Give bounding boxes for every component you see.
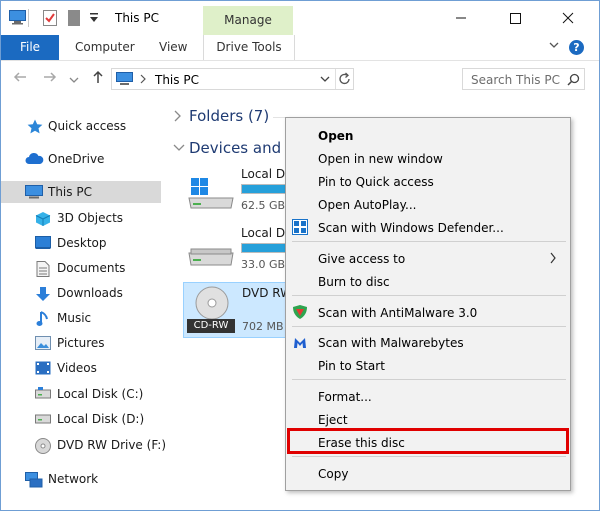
video-icon	[35, 361, 51, 375]
customize-toolbar-icon[interactable]	[89, 12, 99, 26]
menu-item-open[interactable]: Open	[286, 124, 570, 146]
menu-separator	[292, 241, 566, 242]
tab-manage[interactable]: Manage	[203, 6, 293, 35]
up-icon[interactable]	[91, 70, 105, 87]
window-title: This PC	[115, 11, 159, 25]
file-explorer-window: This PC Manage File Computer View Drive …	[0, 0, 600, 511]
menu-item-give-access[interactable]: Give access to	[286, 247, 570, 269]
close-icon[interactable]	[553, 7, 583, 29]
sidebar-item-dvd-rw-drive[interactable]: DVD RW Drive (F:)	[1, 434, 166, 456]
maximize-icon[interactable]	[500, 7, 530, 29]
navigation-bar: This PC Search This PC	[1, 63, 599, 93]
menu-separator	[292, 295, 566, 296]
search-box[interactable]: Search This PC	[462, 68, 585, 90]
tab-file[interactable]: File	[1, 35, 59, 60]
picture-icon	[35, 336, 51, 350]
tab-computer[interactable]: Computer	[75, 35, 135, 60]
sidebar-item-downloads[interactable]: Downloads	[1, 282, 161, 304]
sidebar-item-music[interactable]: Music	[1, 307, 161, 329]
refresh-icon[interactable]	[335, 69, 354, 89]
menu-item-open-new-window[interactable]: Open in new window	[286, 147, 570, 169]
separator	[28, 9, 29, 27]
chevron-down-icon[interactable]	[318, 72, 332, 86]
menu-item-burn-to-disc[interactable]: Burn to disc	[286, 270, 570, 292]
sidebar-item-this-pc[interactable]: This PC	[1, 181, 161, 203]
drive-local-disk-c[interactable]: Local D 62.5 GB	[183, 164, 293, 216]
drive-dvd-rw[interactable]: CD-RW DVD RW 702 MB	[183, 282, 293, 338]
expand-ribbon-icon[interactable]	[548, 39, 560, 54]
address-path: This PC	[155, 73, 199, 87]
menu-separator	[292, 379, 566, 380]
defender-icon	[292, 219, 308, 235]
menu-item-pin-to-start[interactable]: Pin to Start	[286, 354, 570, 376]
properties-icon[interactable]	[43, 10, 57, 29]
menu-item-open-autoplay[interactable]: Open AutoPlay...	[286, 193, 570, 215]
computer-icon[interactable]	[9, 10, 26, 28]
star-icon	[27, 119, 43, 134]
disc-icon	[35, 438, 51, 454]
menu-item-scan-antimalware[interactable]: Scan with AntiMalware 3.0	[286, 301, 570, 323]
drive-icon	[187, 239, 235, 272]
cloud-icon	[25, 152, 44, 166]
group-divider	[273, 117, 285, 118]
sidebar-item-onedrive[interactable]: OneDrive	[1, 148, 161, 170]
back-icon[interactable]	[13, 70, 27, 87]
network-icon	[25, 472, 43, 488]
address-bar[interactable]: This PC	[111, 68, 354, 90]
sidebar-item-videos[interactable]: Videos	[1, 357, 161, 379]
tab-drive-tools[interactable]: Drive Tools	[203, 35, 295, 60]
chevron-right-icon	[173, 109, 183, 127]
menu-item-scan-windows-defender[interactable]: Scan with Windows Defender...	[286, 216, 570, 238]
sidebar-item-local-disk-c[interactable]: Local Disk (C:)	[1, 383, 161, 405]
drive-icon	[35, 387, 51, 401]
tab-view[interactable]: View	[159, 35, 187, 60]
menu-item-pin-quick-access[interactable]: Pin to Quick access	[286, 170, 570, 192]
forward-icon[interactable]	[43, 70, 57, 87]
recent-locations-icon[interactable]	[69, 73, 79, 87]
ribbon-tabs: File Computer View Drive Tools ?	[1, 35, 599, 61]
sidebar-item-local-disk-d[interactable]: Local Disk (D:)	[1, 408, 161, 430]
chevron-right-icon[interactable]	[139, 73, 147, 88]
drive-usage-fill	[242, 244, 285, 252]
sidebar-item-3d-objects[interactable]: 3D Objects	[1, 207, 161, 229]
highlight-box	[287, 428, 569, 454]
menu-separator	[292, 456, 566, 457]
menu-item-format[interactable]: Format...	[286, 385, 570, 407]
music-icon	[36, 311, 52, 326]
new-folder-icon[interactable]	[68, 10, 80, 29]
menu-separator	[292, 326, 566, 327]
download-icon	[35, 286, 51, 301]
help-icon[interactable]: ?	[569, 40, 584, 55]
malwarebytes-icon	[292, 334, 308, 350]
menu-item-eject[interactable]: Eject	[286, 408, 570, 430]
sidebar-item-pictures[interactable]: Pictures	[1, 332, 161, 354]
cube-icon	[35, 211, 51, 226]
menu-item-scan-malwarebytes[interactable]: Scan with Malwarebytes	[286, 331, 570, 353]
minimize-icon[interactable]	[446, 7, 476, 29]
windows-drive-icon	[187, 178, 235, 215]
drive-icon	[35, 412, 51, 426]
cd-rw-badge: CD-RW	[187, 319, 235, 333]
sidebar-item-quick-access[interactable]: Quick access	[1, 115, 161, 137]
search-icon[interactable]	[567, 73, 580, 89]
computer-icon	[25, 185, 43, 199]
sidebar-item-desktop[interactable]: Desktop	[1, 232, 161, 254]
menu-item-copy[interactable]: Copy	[286, 462, 570, 484]
chevron-down-icon	[173, 141, 185, 159]
title-bar: This PC Manage	[1, 1, 599, 35]
sidebar-item-network[interactable]: Network	[1, 468, 161, 490]
submenu-arrow-icon	[549, 251, 557, 268]
antimalware-icon	[292, 304, 308, 320]
computer-icon	[116, 72, 133, 89]
search-input[interactable]: Search This PC	[471, 73, 560, 87]
navigation-pane: Quick access OneDrive This PC 3D Objects…	[1, 101, 166, 501]
sidebar-item-documents[interactable]: Documents	[1, 257, 161, 279]
desktop-icon	[35, 236, 51, 250]
drive-usage-fill	[242, 185, 285, 193]
document-icon	[36, 261, 52, 277]
drive-local-disk-d[interactable]: Local D 33.0 GB	[183, 223, 293, 275]
